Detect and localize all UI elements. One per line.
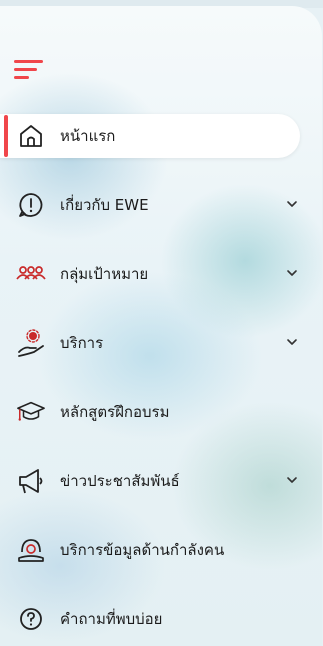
- side-menu-panel: หน้าแรก เกี่ยวกับ EWE กลุ่มเป้าหมาย บริก…: [0, 6, 322, 646]
- workforce-data-icon: [16, 536, 46, 564]
- menu-item-label: บริการ: [60, 334, 104, 352]
- chevron-down-icon[interactable]: [285, 268, 299, 278]
- menu-item-faq[interactable]: คำถามที่พบบ่อย: [0, 597, 322, 641]
- menu-item-home[interactable]: หน้าแรก: [0, 114, 300, 158]
- info-circle-icon: [16, 191, 46, 219]
- menu-item-about-ewe[interactable]: เกี่ยวกับ EWE: [0, 183, 322, 227]
- menu-item-services[interactable]: บริการ: [0, 321, 322, 365]
- side-menu: หน้าแรก เกี่ยวกับ EWE กลุ่มเป้าหมาย บริก…: [0, 114, 322, 646]
- service-hand-icon: [16, 329, 46, 357]
- chevron-down-icon[interactable]: [285, 199, 299, 209]
- megaphone-icon: [16, 467, 46, 495]
- menu-item-label: ข่าวประชาสัมพันธ์: [60, 472, 180, 490]
- graduation-cap-icon: [16, 398, 46, 426]
- menu-item-target-groups[interactable]: กลุ่มเป้าหมาย: [0, 252, 322, 296]
- menu-item-news[interactable]: ข่าวประชาสัมพันธ์: [0, 459, 322, 503]
- menu-item-label: หลักสูตรฝึกอบรม: [60, 403, 170, 421]
- chevron-down-icon[interactable]: [285, 475, 299, 485]
- menu-item-label: กลุ่มเป้าหมาย: [60, 265, 149, 283]
- menu-item-label: คำถามที่พบบ่อย: [60, 610, 163, 628]
- menu-item-label: บริการข้อมูลด้านกำลังคน: [60, 541, 225, 559]
- people-group-icon: [16, 260, 46, 288]
- menu-item-label: เกี่ยวกับ EWE: [60, 196, 149, 214]
- chevron-down-icon[interactable]: [285, 337, 299, 347]
- question-circle-icon: [16, 605, 46, 633]
- menu-item-workforce-data[interactable]: บริการข้อมูลด้านกำลังคน: [0, 528, 322, 572]
- menu-item-label: หน้าแรก: [60, 127, 116, 145]
- menu-item-training-courses[interactable]: หลักสูตรฝึกอบรม: [0, 390, 322, 434]
- home-icon: [16, 122, 46, 150]
- hamburger-menu-icon[interactable]: [14, 60, 44, 80]
